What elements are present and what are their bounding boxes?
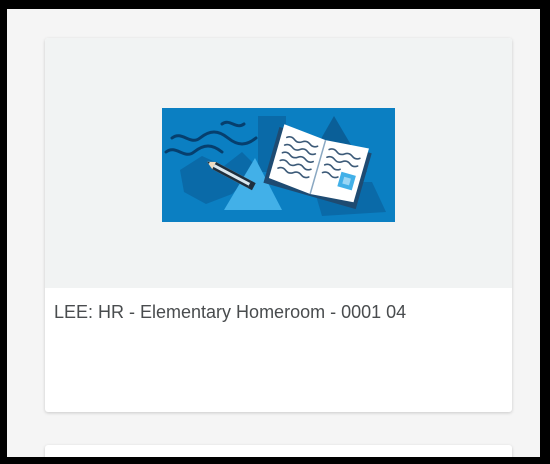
course-card[interactable]: LEE: HR - Elementary Homeroom - 0001 04 [45, 38, 512, 412]
course-card-image-area[interactable] [45, 38, 512, 288]
course-image-book-icon [162, 108, 395, 222]
course-title[interactable]: LEE: HR - Elementary Homeroom - 0001 04 [54, 299, 474, 325]
course-list-viewport: LEE: HR - Elementary Homeroom - 0001 04 [7, 9, 540, 457]
next-course-card[interactable] [45, 445, 512, 457]
